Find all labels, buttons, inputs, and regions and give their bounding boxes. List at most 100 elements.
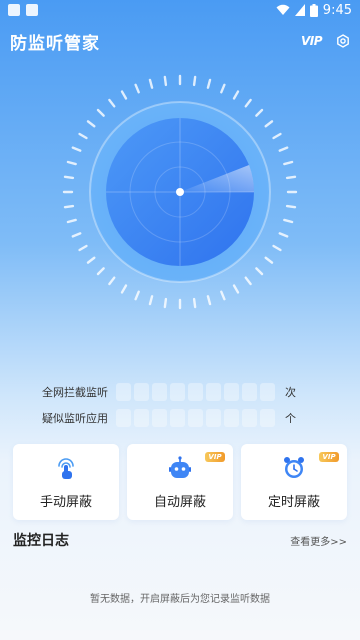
digit-cell [170,383,185,401]
shield-options: 手动屏蔽 VIP 自动屏蔽 VIP 定时屏蔽 [13,444,347,520]
radar-tick [220,290,226,301]
status-bar: 9:45 [0,0,360,20]
radar-tick [78,132,88,140]
digit-cell [116,383,131,401]
stat-label: 全网拦截监听 [42,386,108,399]
digit-cell [134,383,149,401]
app-title: 防监听管家 [10,33,100,54]
digit-cell [134,409,149,427]
app-notification-icon [26,4,38,16]
radar-tick [244,98,252,108]
card-label: 定时屏蔽 [267,495,320,510]
radar-tick [206,78,212,89]
digit-cell [188,409,203,427]
status-indicators: 9:45 [276,3,352,18]
suspect-counter [116,409,275,427]
alarm-clock-icon [284,457,304,478]
radar-tick [285,175,297,180]
radar-tick [63,175,75,180]
digit-cell [170,409,185,427]
view-more-link[interactable]: 查看更多>> [290,533,347,548]
manual-shield-card[interactable]: 手动屏蔽 [13,444,119,520]
radar-tick [96,267,105,276]
radar-tick [278,232,289,238]
radar-tick [283,160,294,166]
radar-tick [220,83,226,94]
stat-label: 疑似监听应用 [42,412,108,425]
radar-tick [108,98,116,108]
wifi-icon [276,4,290,15]
vip-badge: VIP [205,452,225,462]
radar-tick [272,244,282,252]
radar-tick [108,276,116,286]
radar-tick [66,160,77,166]
signal-icon [294,4,305,16]
log-title: 监控日志 [13,533,69,549]
digit-cell [242,383,257,401]
radar-tick [134,83,140,94]
radar-tick [134,290,140,301]
touch-hand-icon [58,458,74,479]
status-time: 9:45 [322,2,352,18]
radar-tick [163,75,168,87]
digit-cell [242,409,257,427]
stat-row-suspect-apps: 疑似监听应用 个 [0,408,360,428]
digit-cell [260,383,275,401]
digit-cell [224,409,239,427]
digit-cell [152,409,167,427]
radar-tick [148,78,154,89]
radar-scanner[interactable] [60,72,300,312]
radar-tick [192,75,197,87]
radar-tick [86,256,96,264]
digit-cell [224,383,239,401]
radar-tick [66,218,77,224]
radar-graphic [62,74,298,310]
radar-tick [255,267,264,276]
stats-panel: 全网拦截监听 次 疑似监听应用 个 [0,382,360,434]
card-label: 手动屏蔽 [39,495,92,510]
digit-cell [188,383,203,401]
stat-unit: 个 [285,412,296,425]
radar-tick [264,120,274,128]
radar-tick [96,108,105,117]
auto-shield-card[interactable]: VIP 自动屏蔽 [127,444,233,520]
radar-tick [78,244,88,252]
radar-tick [120,90,128,100]
settings-icon[interactable] [336,34,350,48]
radar-tick [206,295,212,306]
radar-tick [264,256,274,264]
radar-tick [148,295,154,306]
radar-tick [244,276,252,286]
card-label: 自动屏蔽 [153,495,206,510]
radar-tick [71,146,82,152]
scheduled-shield-card[interactable]: VIP 定时屏蔽 [241,444,347,520]
radar-tick [285,204,297,209]
radar-tick [163,297,168,309]
radar-tick [63,204,75,209]
radar-tick [283,218,294,224]
stat-unit: 次 [285,386,296,399]
stat-row-intercepted: 全网拦截监听 次 [0,382,360,402]
log-header: 监控日志 查看更多>> [13,530,347,550]
vip-button[interactable]: VIP [301,34,323,48]
radar-tick [232,284,240,294]
battery-icon [309,3,318,17]
radar-tick [86,120,96,128]
radar-tick [120,284,128,294]
log-empty-message: 暂无数据，开启屏蔽后为您记录监听数据 [90,594,270,605]
radar-tick [272,132,282,140]
radar-tick [192,297,197,309]
digit-cell [152,383,167,401]
intercept-counter [116,383,275,401]
radar-tick [71,232,82,238]
digit-cell [116,409,131,427]
digit-cell [206,383,221,401]
app-actions: VIP [301,34,350,48]
radar-tick [255,108,264,117]
radar-tick [232,90,240,100]
app-bar: 防监听管家 VIP [0,26,360,56]
robot-icon [169,456,191,478]
digit-cell [206,409,221,427]
image-notification-icon [8,4,20,16]
digit-cell [260,409,275,427]
